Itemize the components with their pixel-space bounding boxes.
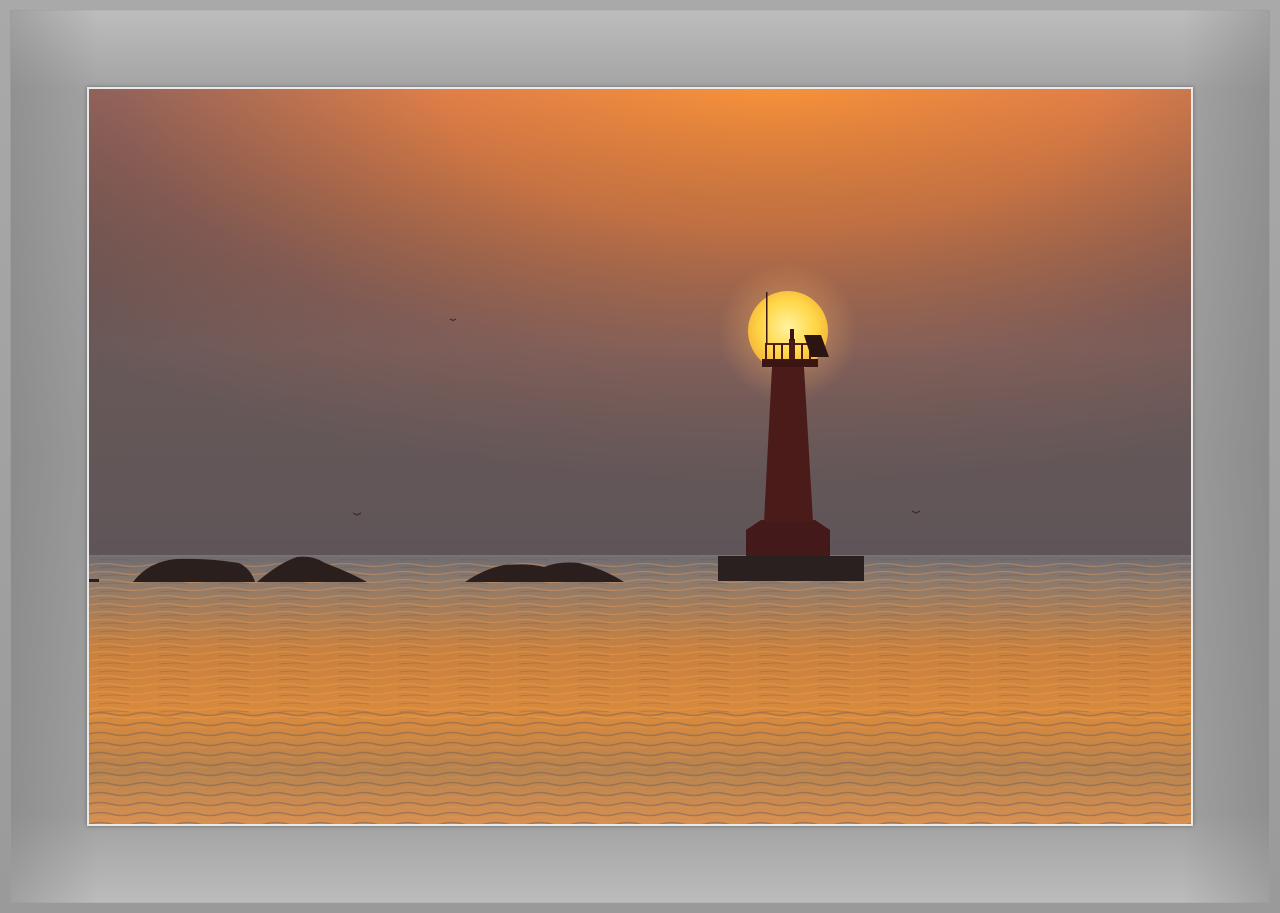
sunset-lighthouse-photo bbox=[89, 89, 1191, 824]
picture-frame bbox=[0, 0, 1280, 913]
